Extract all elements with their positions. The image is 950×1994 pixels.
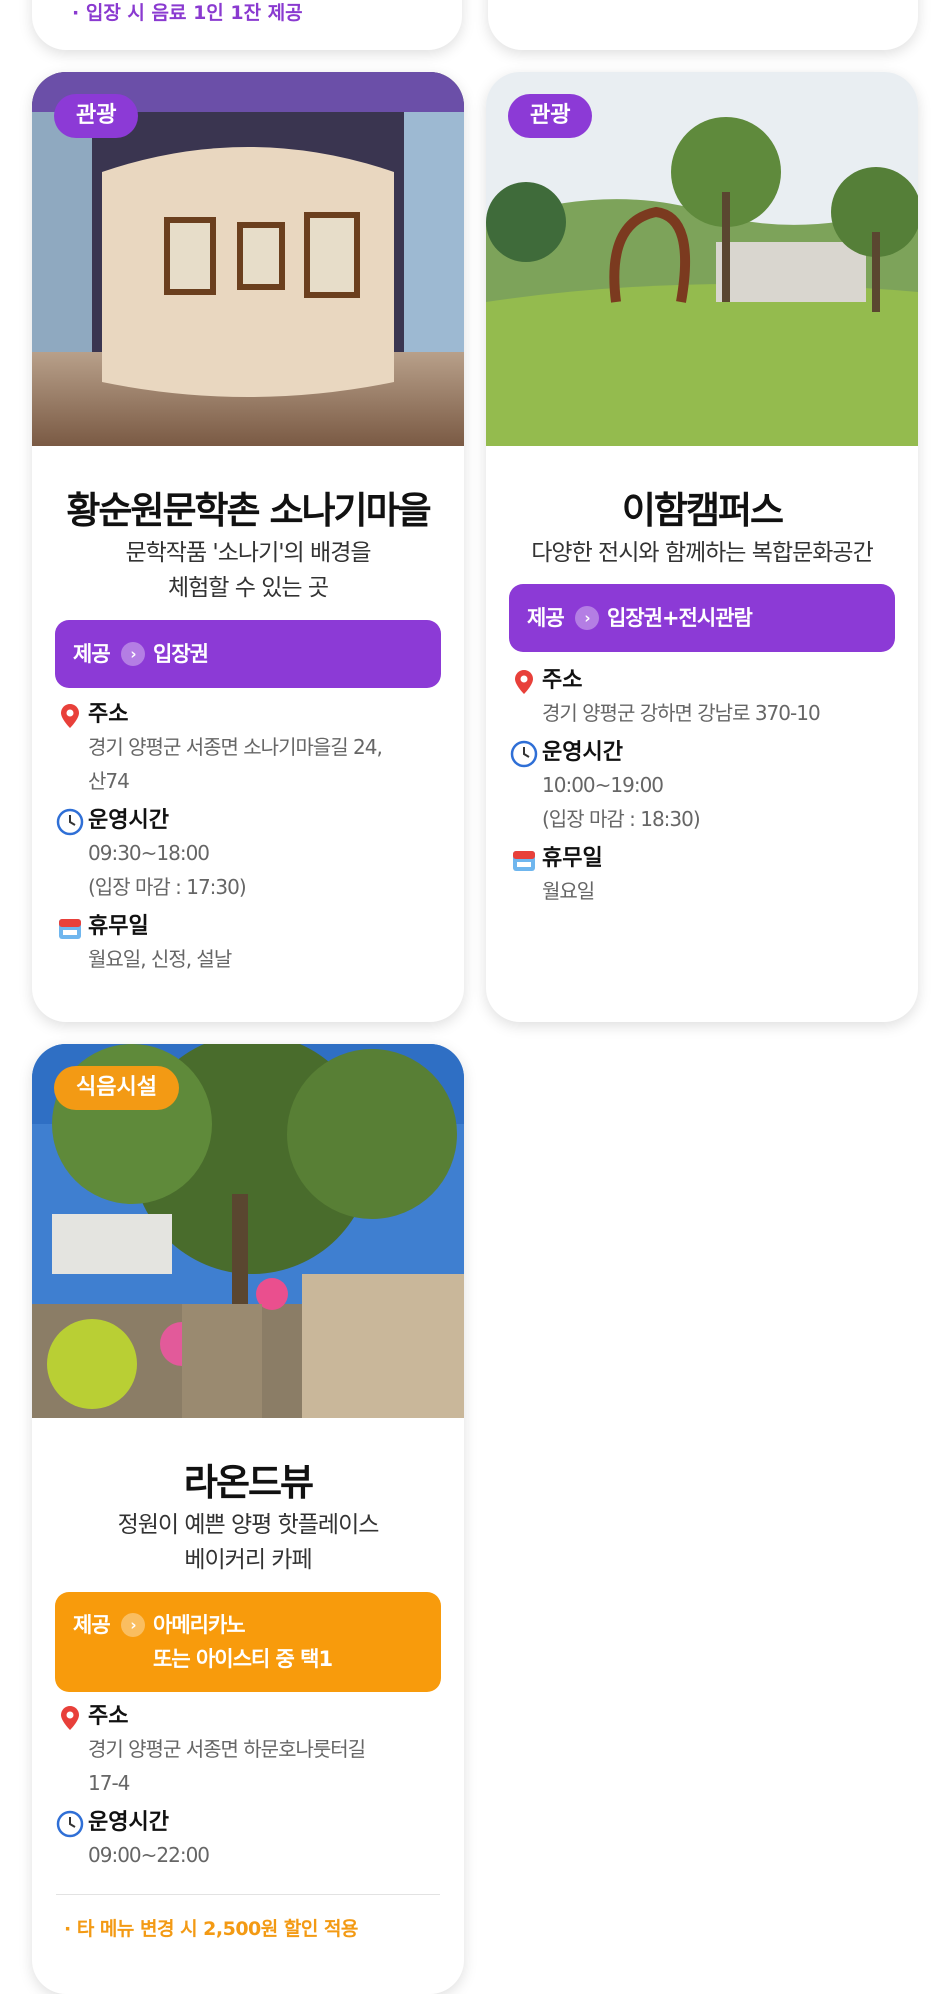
clock-icon — [56, 808, 84, 836]
offer-label: 제공 — [527, 606, 565, 630]
calendar-icon — [513, 851, 535, 871]
footnote-divider — [56, 1894, 440, 1895]
place-title: 황순원문학촌 소나기마을 — [66, 489, 431, 532]
offer-label: 제공 — [73, 1613, 111, 1637]
place-card-raondeview[interactable]: 식음시설 라온드뷰 정원이 예쁜 양평 핫플레이스 베이커리 카페 제공 › 아… — [32, 1044, 464, 1994]
previous-card-note: · 입장 시 음료 1인 1잔 제공 — [72, 2, 303, 24]
address-heading: 주소 — [542, 668, 583, 693]
offer-box: 제공 › 아메리카노 또는 아이스티 중 택1 — [55, 1592, 441, 1692]
offer-box: 제공 › 입장권+전시관람 — [509, 584, 895, 652]
chevron-right-icon: › — [121, 1613, 145, 1637]
hours-text: 10:00~19:00 (입장 마감 : 18:30) — [542, 773, 701, 831]
clock-icon — [510, 740, 538, 768]
address-text: 경기 양평군 서종면 소나기마을길 24, 산74 — [88, 735, 383, 793]
address-row: 주소 경기 양평군 강하면 강남로 370-10 — [510, 666, 894, 730]
category-badge: 관광 — [54, 94, 139, 138]
address-text: 경기 양평군 강하면 강남로 370-10 — [542, 701, 821, 725]
place-subtitle: 문학작품 '소나기'의 배경을 체험할 수 있는 곳 — [125, 540, 371, 601]
hours-text: 09:30~18:00 (입장 마감 : 17:30) — [88, 841, 247, 899]
closed-text: 월요일, 신정, 설날 — [88, 947, 232, 971]
place-title: 이함캠퍼스 — [621, 489, 784, 532]
clock-icon — [56, 1810, 84, 1838]
category-badge: 관광 — [508, 94, 593, 138]
place-card-sonagi[interactable]: 관광 황순원문학촌 소나기마을 문학작품 '소나기'의 배경을 체험할 수 있는… — [32, 72, 464, 1022]
location-pin-icon — [61, 1706, 79, 1730]
offer-value: 입장권+전시관람 — [607, 606, 753, 630]
category-badge: 식음시설 — [54, 1066, 179, 1110]
closed-heading: 휴무일 — [542, 846, 603, 871]
offer-box: 제공 › 입장권 — [55, 620, 441, 688]
place-card-iham[interactable]: 관광 이함캠퍼스 다양한 전시와 함께하는 복합문화공간 제공 › 입장권+전시… — [486, 72, 918, 1022]
hours-row: 운영시간 09:00~22:00 — [56, 1808, 440, 1872]
offer-value: 입장권 — [153, 642, 209, 666]
chevron-right-icon: › — [575, 606, 599, 630]
place-subtitle: 다양한 전시와 함께하는 복합문화공간 — [531, 540, 874, 566]
address-row: 주소 경기 양평군 서종면 소나기마을길 24, 산74 — [56, 700, 440, 798]
hours-row: 운영시간 09:30~18:00 (입장 마감 : 17:30) — [56, 806, 440, 904]
closed-text: 월요일 — [542, 879, 595, 903]
place-subtitle: 정원이 예쁜 양평 핫플레이스 베이커리 카페 — [117, 1512, 380, 1573]
address-heading: 주소 — [88, 1704, 129, 1729]
calendar-icon — [59, 919, 81, 939]
hours-text: 09:00~22:00 — [88, 1843, 210, 1867]
offer-value: 아메리카노 또는 아이스티 중 택1 — [153, 1613, 333, 1671]
previous-card-right — [488, 0, 918, 50]
hours-heading: 운영시간 — [88, 808, 169, 833]
address-heading: 주소 — [88, 702, 129, 727]
address-text: 경기 양평군 서종면 하문호나룻터길 17-4 — [88, 1737, 366, 1795]
closed-row: 휴무일 월요일, 신정, 설날 — [56, 912, 440, 976]
location-pin-icon — [61, 704, 79, 728]
hours-heading: 운영시간 — [542, 740, 623, 765]
location-pin-icon — [515, 670, 533, 694]
hours-row: 운영시간 10:00~19:00 (입장 마감 : 18:30) — [510, 738, 894, 836]
offer-label: 제공 — [73, 642, 111, 666]
hours-heading: 운영시간 — [88, 1810, 169, 1835]
address-row: 주소 경기 양평군 서종면 하문호나룻터길 17-4 — [56, 1702, 440, 1800]
closed-heading: 휴무일 — [88, 914, 149, 939]
place-title: 라온드뷰 — [183, 1461, 314, 1504]
chevron-right-icon: › — [121, 642, 145, 666]
place-info: 주소 경기 양평군 서종면 하문호나룻터길 17-4 운영시간 09:00~22… — [56, 1702, 440, 1880]
previous-card-left: · 입장 시 음료 1인 1잔 제공 — [32, 0, 462, 50]
discount-note: · 타 메뉴 변경 시 2,500원 할인 적용 — [64, 1918, 358, 1940]
place-info: 주소 경기 양평군 서종면 소나기마을길 24, 산74 운영시간 09:30~… — [56, 700, 440, 984]
closed-row: 휴무일 월요일 — [510, 844, 894, 908]
place-info: 주소 경기 양평군 강하면 강남로 370-10 운영시간 10:00~19:0… — [510, 666, 894, 916]
